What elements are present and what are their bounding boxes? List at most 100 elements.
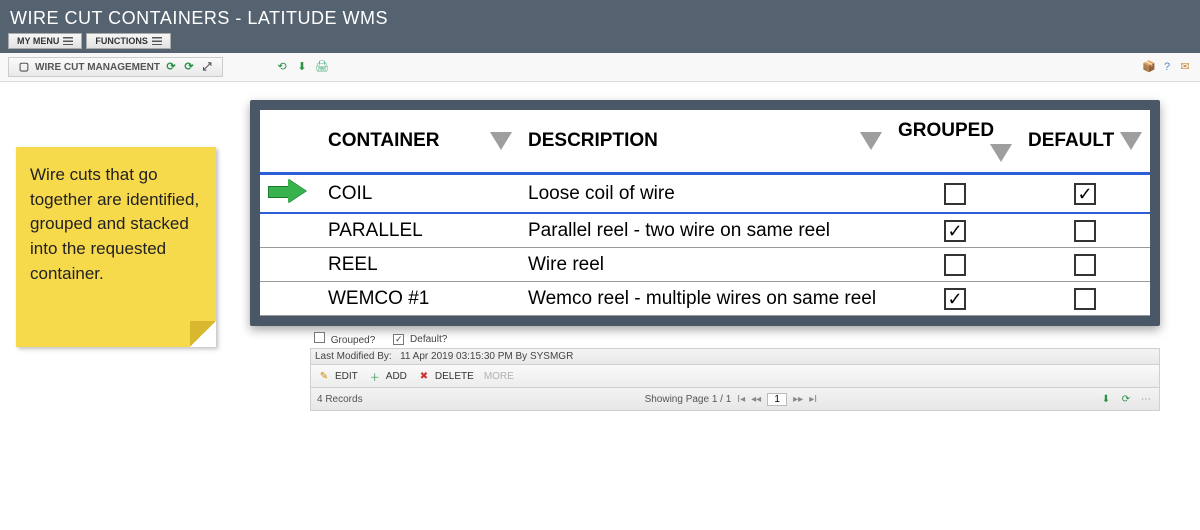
col-grouped[interactable]: GROUPED (890, 110, 1020, 174)
edit-label: EDIT (335, 371, 358, 382)
toolbar: ▢ WIRE CUT MANAGEMENT ⟳ ⟳ ⤢ ⟲ ⬇ 🖨 📦 ? ✉ (0, 53, 1200, 82)
cell-default (1020, 282, 1150, 316)
sticky-note: Wire cuts that go together are identifie… (16, 147, 216, 347)
print-icon[interactable]: 🖨 (315, 60, 329, 74)
table-row[interactable]: PARALLELParallel reel - two wire on same… (260, 213, 1150, 248)
box-icon[interactable]: 📦 (1142, 60, 1156, 74)
default-checkbox[interactable] (1074, 220, 1096, 242)
mail-icon[interactable]: ✉ (1178, 60, 1192, 74)
cell-description: Wire reel (520, 248, 890, 282)
sort-icon[interactable] (1120, 132, 1142, 150)
panel-tab-label: WIRE CUT MANAGEMENT (35, 62, 160, 73)
add-label: ADD (386, 371, 407, 382)
minus-icon: ▢ (17, 60, 31, 74)
cell-description: Wemco reel - multiple wires on same reel (520, 282, 890, 316)
add-button[interactable]: ＋ ADD (368, 369, 407, 383)
refresh-all-icon[interactable]: ⟳ (182, 60, 196, 74)
more-label: MORE (484, 371, 514, 382)
col-description[interactable]: DESCRIPTION (520, 110, 890, 174)
meta-default-label: Default? (410, 334, 447, 345)
meta-grouped-checkbox[interactable] (314, 332, 325, 343)
grouped-checkbox[interactable] (944, 254, 966, 276)
cell-container: COIL (320, 174, 520, 214)
edit-button[interactable]: ✎ EDIT (317, 369, 358, 383)
cell-default (1020, 213, 1150, 248)
delete-label: DELETE (435, 371, 474, 382)
col-container[interactable]: CONTAINER (320, 110, 520, 174)
cell-grouped (890, 174, 1020, 214)
functions-label: FUNCTIONS (95, 36, 148, 46)
my-menu-label: MY MENU (17, 36, 59, 46)
cell-default: ✓ (1020, 174, 1150, 214)
sort-icon[interactable] (490, 132, 512, 150)
cell-default (1020, 248, 1150, 282)
row-selector-cell (260, 174, 320, 214)
edit-icon: ✎ (317, 369, 331, 383)
functions-button[interactable]: FUNCTIONS (86, 33, 171, 49)
cell-container: WEMCO #1 (320, 282, 520, 316)
grouped-checkbox[interactable] (944, 183, 966, 205)
meta-grouped: Grouped? (314, 332, 375, 346)
table-row[interactable]: WEMCO #1Wemco reel - multiple wires on s… (260, 282, 1150, 316)
selected-arrow-icon (268, 181, 308, 201)
excel-export-icon[interactable]: ⬇ (1099, 392, 1113, 406)
table-row[interactable]: COILLoose coil of wire ✓ (260, 174, 1150, 214)
hamburger-icon (63, 37, 73, 45)
cell-grouped (890, 248, 1020, 282)
col-default[interactable]: DEFAULT (1020, 110, 1150, 174)
pager: Showing Page 1 / 1 I◂ ◂◂ ▸▸ ▸I (645, 393, 817, 406)
last-modified-label: Last Modified By: (315, 351, 392, 362)
export-icon[interactable]: ⬇ (295, 60, 309, 74)
cell-description: Parallel reel - two wire on same reel (520, 213, 890, 248)
cell-container: PARALLEL (320, 213, 520, 248)
row-selector-cell (260, 248, 320, 282)
last-modified-value: 11 Apr 2019 03:15:30 PM By SYSMGR (400, 351, 573, 362)
next-page-button[interactable]: ▸▸ (793, 394, 803, 405)
last-modified: Last Modified By: 11 Apr 2019 03:15:30 P… (310, 348, 1160, 365)
first-page-button[interactable]: I◂ (737, 394, 745, 405)
refresh-grid-icon[interactable]: ⟳ (1119, 392, 1133, 406)
expand-icon[interactable]: ⤢ (200, 60, 214, 74)
col-grouped-label: GROUPED (898, 120, 994, 141)
page-input[interactable] (767, 393, 787, 406)
meta-row: Grouped? ✓ Default? (310, 326, 1160, 348)
cell-grouped: ✓ (890, 282, 1020, 316)
page-title: WIRE CUT CONTAINERS - LATITUDE WMS (0, 0, 1200, 33)
prev-page-button[interactable]: ◂◂ (751, 394, 761, 405)
sort-icon[interactable] (990, 144, 1012, 162)
delete-icon: ✖ (417, 369, 431, 383)
refresh-icon[interactable]: ⟳ (164, 60, 178, 74)
default-checkbox[interactable] (1074, 254, 1096, 276)
row-selector-cell (260, 213, 320, 248)
delete-button[interactable]: ✖ DELETE (417, 369, 474, 383)
my-menu-button[interactable]: MY MENU (8, 33, 82, 49)
default-checkbox[interactable]: ✓ (1074, 183, 1096, 205)
col-default-label: DEFAULT (1028, 130, 1114, 151)
grouped-checkbox[interactable]: ✓ (944, 220, 966, 242)
hamburger-icon (152, 37, 162, 45)
meta-default-checkbox[interactable]: ✓ (393, 334, 404, 345)
more-footer-icon[interactable]: ⋯ (1139, 392, 1153, 406)
meta-grouped-label: Grouped? (331, 335, 375, 346)
col-container-label: CONTAINER (328, 130, 440, 151)
records-count: 4 Records (317, 394, 363, 405)
default-checkbox[interactable] (1074, 288, 1096, 310)
col-selector (260, 110, 320, 174)
more-button[interactable]: MORE (484, 371, 514, 382)
last-page-button[interactable]: ▸I (809, 394, 817, 405)
link-icon[interactable]: ⟲ (275, 60, 289, 74)
add-icon: ＋ (368, 369, 382, 383)
panel-tab[interactable]: ▢ WIRE CUT MANAGEMENT ⟳ ⟳ ⤢ (8, 57, 223, 77)
meta-default: ✓ Default? (393, 334, 447, 345)
cell-container: REEL (320, 248, 520, 282)
grouped-checkbox[interactable]: ✓ (944, 288, 966, 310)
col-description-label: DESCRIPTION (528, 130, 658, 151)
cell-description: Loose coil of wire (520, 174, 890, 214)
sort-icon[interactable] (860, 132, 882, 150)
table-row[interactable]: REELWire reel (260, 248, 1150, 282)
data-table-panel: CONTAINER DESCRIPTION GROUPED DEFAULT (250, 100, 1160, 326)
table-footer: 4 Records Showing Page 1 / 1 I◂ ◂◂ ▸▸ ▸I… (310, 388, 1160, 411)
action-row: ✎ EDIT ＋ ADD ✖ DELETE MORE (310, 365, 1160, 388)
pager-label: Showing Page 1 / 1 (645, 394, 732, 405)
help-icon[interactable]: ? (1160, 60, 1174, 74)
